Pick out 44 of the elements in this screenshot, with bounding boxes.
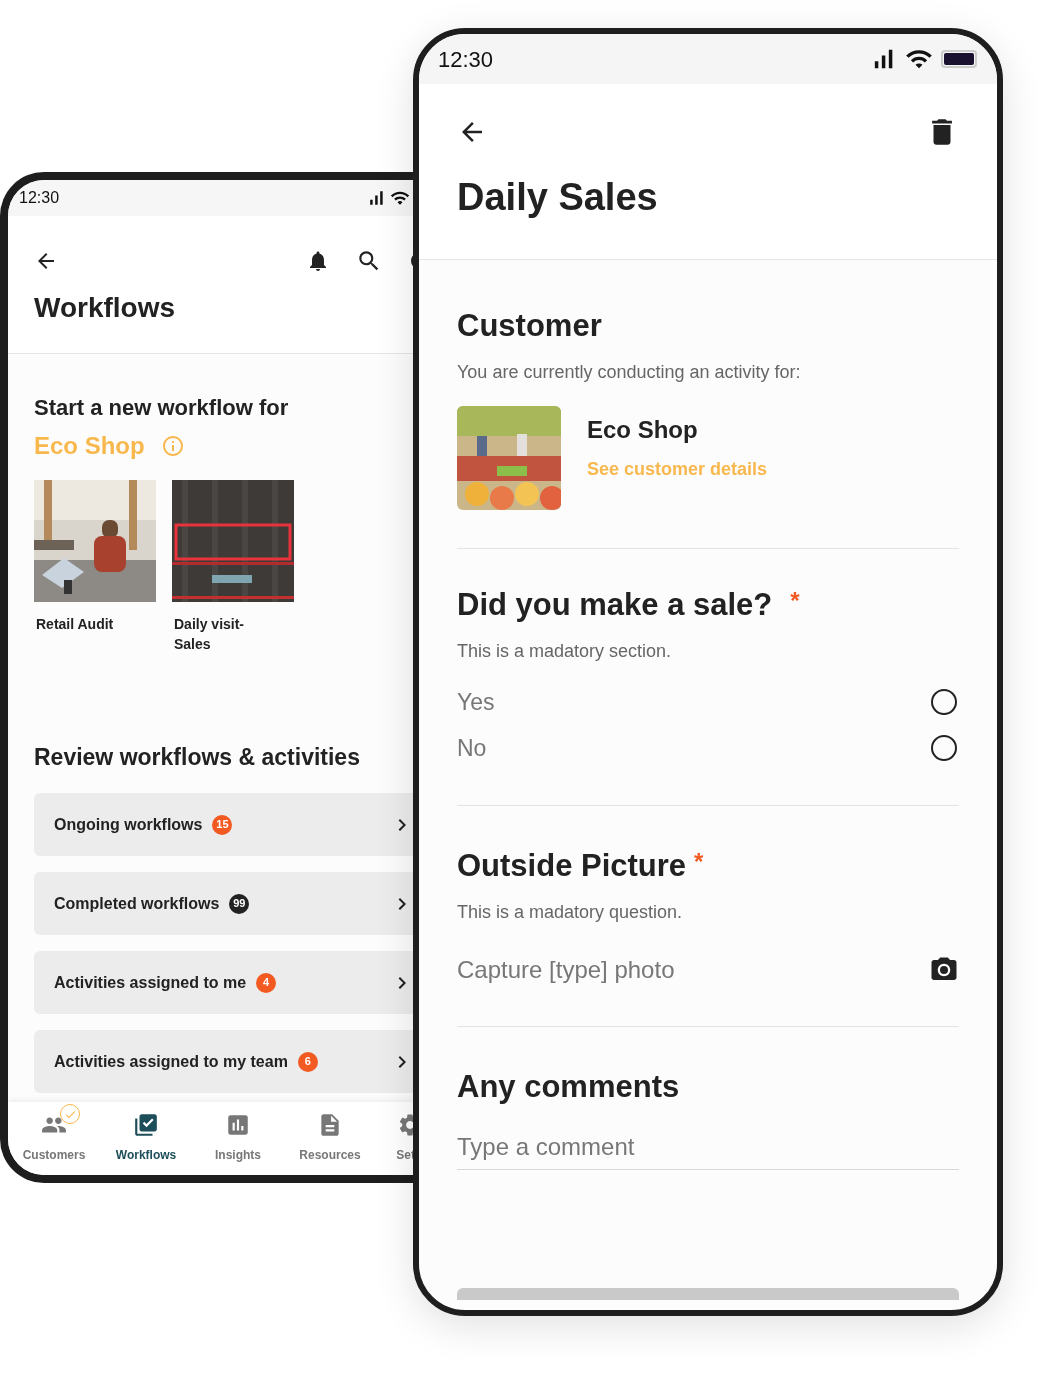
item-label: Completed workflows [54,893,220,914]
page-title: Daily Sales [457,178,659,216]
section-heading: Any comments [457,1071,681,1102]
battery-icon [941,50,977,68]
required-mark: * [790,589,800,613]
status-time: 12:30 [438,45,494,74]
section-subtitle: You are currently conducting an activity for: [457,361,802,384]
section-heading: Customer [457,310,603,341]
radio-button[interactable] [931,735,957,761]
nav-tab[interactable]: Customers [8,1102,100,1164]
question-subtitle: This is a madatory question. [457,901,684,924]
question-heading: Did you make a sale? [457,589,773,620]
status-time: 12:30 [19,188,60,208]
required-mark: * [694,850,704,874]
item-label: Ongoing workflows [54,814,203,835]
workflow-label[interactable]: Daily visit-Sales [172,614,272,654]
section-heading: Review workflows & activities [34,746,361,769]
customer-name: Eco Shop [587,415,699,445]
nav-tab[interactable]: Insights [192,1102,284,1164]
capture-photo-button[interactable]: Capture [type] photo [457,952,959,988]
count-badge: 99 [229,893,250,914]
customer-name: Eco Shop [34,434,145,458]
count-badge: 6 [297,1051,318,1072]
item-label: Activities assigned to me [54,972,247,993]
question-heading: Outside Picture [457,850,687,881]
nav-tab[interactable]: Resources [284,1102,376,1164]
list-item[interactable]: Ongoing workflows 15 [34,793,416,856]
section-heading: Start a new workflow for [34,394,290,422]
page-title: Workflows [34,294,177,322]
list-item[interactable]: Activities assigned to my team 6 [34,1030,416,1093]
radio-button[interactable] [931,689,957,715]
option-label: Yes [457,687,495,717]
comment-field[interactable]: Type a comment [457,1124,959,1170]
bar-chart-icon [225,1112,251,1138]
item-label: Activities assigned to my team [54,1051,288,1072]
checklist-icon [133,1112,159,1138]
option-label: No [457,733,487,763]
count-badge: 4 [256,972,277,993]
count-badge: 15 [212,814,233,835]
list-item[interactable]: Completed workflows 99 [34,872,416,935]
workflow-label[interactable]: Retail Audit [34,614,134,634]
nav-tab[interactable]: Workflows [100,1102,192,1164]
list-item[interactable]: Activities assigned to me 4 [34,951,416,1014]
question-subtitle: This is a madatory section. [457,640,673,663]
